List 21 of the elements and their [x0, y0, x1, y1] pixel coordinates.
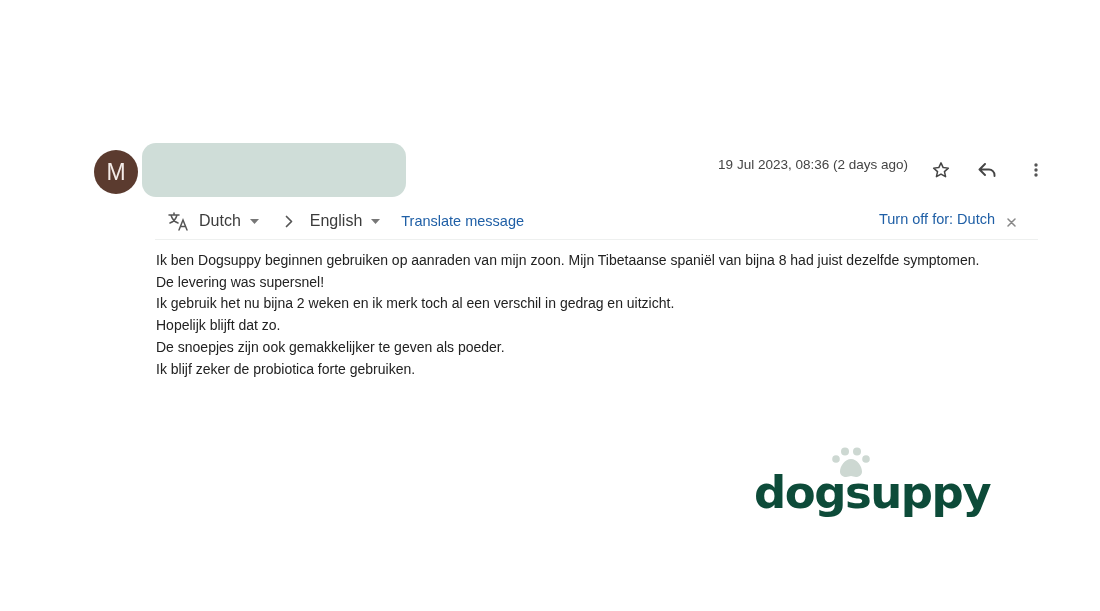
more-icon[interactable]	[1034, 163, 1038, 177]
target-language-dropdown[interactable]: English	[309, 212, 381, 230]
caret-icon	[371, 218, 381, 224]
caret-icon	[249, 218, 259, 224]
logo-wordmark: dogsuppy	[754, 471, 990, 516]
message-body-line: Ik gebruik het nu bijna 2 weken en ik merk toch al een verschil in gedrag en uitzicht.	[156, 294, 676, 314]
close-icon[interactable]	[1007, 217, 1016, 227]
message-body-line: Ik ben Dogsuppy beginnen gebruiken op aanraden van mijn zoon. Mijn Tibetaanse spaniël van bijna 8 had juist dezelfde symptomen.	[156, 251, 981, 270]
message-date: 19 Jul 2023, 08:36 (2 days ago)	[718, 156, 908, 172]
message-body-line: Ik blijf zeker de probiotica forte gebruiken.	[156, 359, 417, 379]
avatar: M	[94, 150, 138, 194]
source-language-dropdown[interactable]: Dutch	[199, 212, 259, 230]
turn-off-translation-link[interactable]: Turn off for: Dutch	[878, 210, 995, 227]
message-body-line: De levering was supersnel!	[156, 272, 326, 292]
message-body-line: De snoepjes zijn ook gemakkelijker te geven als poeder.	[156, 337, 506, 357]
reply-icon[interactable]	[978, 163, 996, 177]
translate-icon	[168, 211, 189, 231]
chevron-right-icon	[284, 214, 293, 228]
star-icon[interactable]	[932, 161, 950, 179]
translate-message-link[interactable]: Translate message	[401, 213, 525, 229]
message-body-line: Hopelijk blijft dat zo.	[156, 316, 282, 336]
